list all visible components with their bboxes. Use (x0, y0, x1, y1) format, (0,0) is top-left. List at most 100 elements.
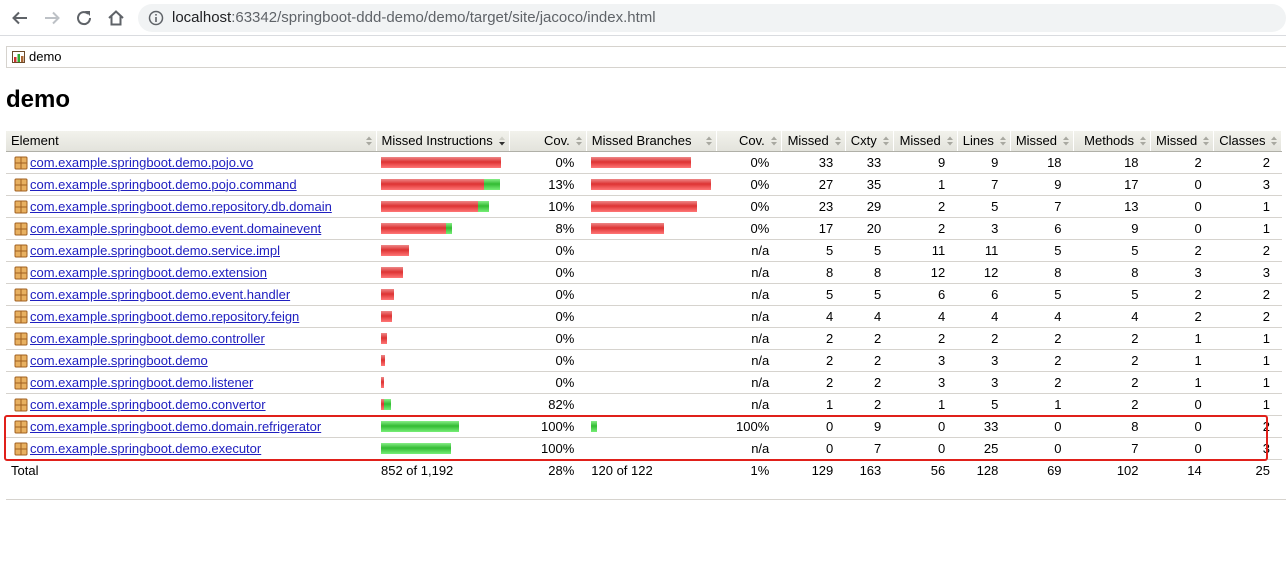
cxty: 7 (845, 437, 894, 460)
package-link[interactable]: com.example.springboot.demo.service.impl (30, 243, 280, 258)
instructions-cov: 82% (509, 393, 587, 416)
column-header-instructions-cov[interactable]: Cov. (509, 131, 587, 152)
package-link[interactable]: com.example.springboot.demo.extension (30, 265, 267, 280)
covered-instructions-bar (381, 442, 451, 454)
lines-missed: 3 (893, 371, 958, 394)
column-header-classes-missed[interactable]: Missed (1150, 131, 1215, 152)
missed-branches-bar-cell (586, 261, 717, 284)
coverage-table: Element Missed Instructions Cov. Missed Bra… (6, 131, 1283, 481)
classes: 3 (1213, 173, 1282, 196)
missed-instructions-bar (381, 222, 446, 234)
cxty: 29 (845, 195, 894, 218)
package-link[interactable]: com.example.springboot.demo.event.domain… (30, 221, 321, 236)
methods-missed: 7 (1010, 195, 1074, 218)
total-branches: 120 of 122 (591, 462, 653, 478)
url-text[interactable]: localhost:63342/springboot-ddd-demo/demo… (172, 9, 656, 26)
column-header-classes[interactable]: Classes (1213, 131, 1283, 152)
table-row: com.example.springboot.demo.pojo.vo 0% 0% 3… (6, 151, 1282, 174)
package-icon (14, 266, 28, 279)
missed-instructions-bar-cell (376, 173, 510, 196)
column-header-label: Missed (1015, 133, 1058, 149)
missed-instructions-bar (381, 200, 478, 212)
cxty: 9 (845, 415, 894, 438)
column-header-branches-cov[interactable]: Cov. (716, 131, 782, 152)
missed-branches-bar-cell (586, 283, 717, 306)
column-header-missed-branches[interactable]: Missed Branches (586, 131, 717, 152)
package-link[interactable]: com.example.springboot.demo.pojo.vo (30, 155, 253, 170)
total-branches-cov: 1% (750, 462, 770, 478)
missed-instructions-bar-cell (376, 151, 510, 174)
package-icon (14, 222, 28, 235)
methods: 18 (1073, 151, 1151, 174)
reload-button[interactable] (72, 6, 96, 30)
lines: 5 (957, 195, 1011, 218)
package-cell: com.example.springboot.demo.convertor (6, 393, 376, 416)
package-icon (14, 310, 28, 323)
instructions-cov: 0% (509, 327, 587, 350)
classes: 1 (1213, 371, 1282, 394)
package-link[interactable]: com.example.springboot.demo.repository.f… (30, 309, 299, 324)
lines-missed: 2 (893, 327, 958, 350)
total-methods: 102 (1116, 462, 1139, 478)
branches-cov: n/a (716, 349, 782, 372)
package-link[interactable]: com.example.springboot.demo.event.handle… (30, 287, 290, 302)
package-cell: com.example.springboot.demo.repository.d… (6, 195, 376, 218)
column-header-cxty[interactable]: Cxty (845, 131, 894, 152)
table-row: com.example.springboot.demo.domain.refri… (6, 415, 1282, 438)
sort-descending-icon (498, 136, 505, 146)
cxty-missed: 1 (781, 393, 846, 416)
column-header-methods-missed[interactable]: Missed (1010, 131, 1075, 152)
missed-branches-bar-cell (586, 371, 717, 394)
classes-missed: 3 (1150, 261, 1214, 284)
missed-branches-bar-cell (586, 437, 717, 460)
lines: 3 (957, 217, 1011, 240)
home-button[interactable] (104, 6, 128, 30)
missed-branches-bar-cell (586, 151, 717, 174)
table-row: com.example.springboot.demo.listener 0% n/… (6, 371, 1282, 394)
missed-instructions-bar-cell (376, 437, 510, 460)
address-bar[interactable]: localhost:63342/springboot-ddd-demo/demo… (138, 4, 1286, 32)
lines: 4 (957, 305, 1011, 328)
column-header-missed-instructions[interactable]: Missed Instructions (376, 131, 510, 152)
forward-button[interactable] (40, 6, 64, 30)
package-cell: com.example.springboot.demo.listener (6, 371, 376, 394)
package-link[interactable]: com.example.springboot.demo.pojo.command (30, 177, 297, 192)
column-header-cxty-missed[interactable]: Missed (781, 131, 846, 152)
methods: 9 (1073, 217, 1151, 240)
cxty: 2 (845, 371, 894, 394)
cxty: 35 (845, 173, 894, 196)
package-link[interactable]: com.example.springboot.demo.convertor (30, 397, 266, 412)
column-header-methods[interactable]: Methods (1073, 131, 1152, 152)
missed-branches-bar-cell (586, 195, 717, 218)
package-link[interactable]: com.example.springboot.demo.domain.refri… (30, 419, 321, 434)
cxty-missed: 4 (781, 305, 846, 328)
column-header-element[interactable]: Element (6, 131, 377, 152)
info-icon[interactable] (148, 10, 164, 26)
methods: 5 (1073, 283, 1151, 306)
lines-missed: 6 (893, 283, 958, 306)
package-link[interactable]: com.example.springboot.demo.executor (30, 441, 261, 456)
table-header-row: Element Missed Instructions Cov. Missed Bra… (6, 131, 1283, 152)
package-icon (14, 354, 28, 367)
package-link[interactable]: com.example.springboot.demo.listener (30, 375, 253, 390)
missed-branches-bar-cell (586, 349, 717, 372)
table-row: com.example.springboot.demo.pojo.command… (6, 173, 1282, 196)
methods-missed: 8 (1010, 261, 1074, 284)
footer-divider (6, 499, 1286, 500)
back-button[interactable] (8, 6, 32, 30)
column-header-label: Missed Instructions (381, 133, 493, 149)
package-link[interactable]: com.example.springboot.demo (30, 353, 208, 368)
total-classes-missed: 14 (1187, 462, 1202, 478)
package-link[interactable]: com.example.springboot.demo.controller (30, 331, 265, 346)
table-row: com.example.springboot.demo.event.domain… (6, 217, 1282, 240)
sort-icon (705, 136, 712, 146)
table-row: com.example.springboot.demo.convertor 82%… (6, 393, 1282, 416)
missed-branches-bar-cell (586, 305, 717, 328)
table-row: com.example.springboot.demo.controller 0%… (6, 327, 1282, 350)
lines: 2 (957, 327, 1011, 350)
column-header-lines-missed[interactable]: Missed (893, 131, 958, 152)
column-header-lines[interactable]: Lines (957, 131, 1011, 152)
package-icon (14, 376, 28, 389)
package-link[interactable]: com.example.springboot.demo.repository.d… (30, 199, 332, 214)
missed-branches-bar (591, 200, 698, 212)
